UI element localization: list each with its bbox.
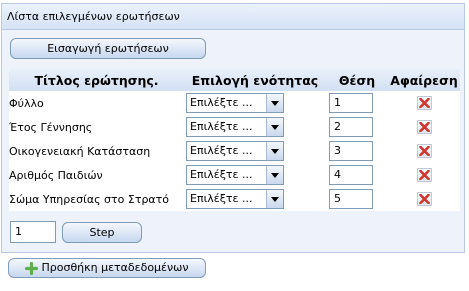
section-select-value: Επιλέξτε ...: [190, 96, 253, 109]
add-metadata-label: Προσθήκη μεταδεδομένων: [41, 261, 189, 274]
position-cell: 5: [326, 187, 388, 211]
table-row: Οικογενειακή Κατάσταση Επιλέξτε ... 3: [9, 139, 460, 163]
section-cell: Επιλέξτε ...: [184, 115, 326, 139]
chevron-down-icon: [266, 118, 283, 136]
chevron-down-icon: [266, 142, 283, 160]
position-input[interactable]: 2: [329, 117, 373, 137]
column-header-title: Τίτλος ερώτησης.: [9, 69, 184, 91]
section-select-value: Επιλέξτε ...: [190, 192, 253, 205]
question-title: Οικογενειακή Κατάσταση: [9, 139, 184, 163]
red-x-icon[interactable]: [416, 144, 432, 158]
panel-title: Λίστα επιλεγμένων ερωτήσεων: [2, 4, 464, 30]
question-title: Φύλλο: [9, 91, 184, 115]
section-select-value: Επιλέξτε ...: [190, 144, 253, 157]
chevron-down-icon: [266, 190, 283, 208]
column-header-remove: Αφαίρεση: [388, 69, 460, 91]
section-cell: Επιλέξτε ...: [184, 163, 326, 187]
question-title: Έτος Γέννησης: [9, 115, 184, 139]
position-cell: 1: [326, 91, 388, 115]
question-title: Σώμα Υπηρεσίας στο Στρατό: [9, 187, 184, 211]
questions-table: Τίτλος ερώτησης. Επιλογή ενότητας Θέση Α…: [9, 69, 460, 211]
remove-cell: [388, 91, 460, 115]
section-select[interactable]: Επιλέξτε ...: [186, 189, 284, 209]
section-select-value: Επιλέξτε ...: [190, 120, 253, 133]
position-cell: 2: [326, 115, 388, 139]
red-x-icon[interactable]: [416, 192, 432, 206]
green-plus-icon: [25, 262, 38, 275]
table-row: Σώμα Υπηρεσίας στο Στρατό Επιλέξτε ... 5: [9, 187, 460, 211]
red-x-icon[interactable]: [416, 168, 432, 182]
section-select[interactable]: Επιλέξτε ...: [186, 141, 284, 161]
position-cell: 4: [326, 163, 388, 187]
table-row: Αριθμός Παιδιών Επιλέξτε ... 4: [9, 163, 460, 187]
section-select[interactable]: Επιλέξτε ...: [186, 93, 284, 113]
question-title: Αριθμός Παιδιών: [9, 163, 184, 187]
position-input[interactable]: 4: [329, 165, 373, 185]
red-x-icon[interactable]: [416, 96, 432, 110]
step-button[interactable]: Step: [62, 222, 142, 243]
section-cell: Επιλέξτε ...: [184, 187, 326, 211]
add-metadata-button[interactable]: Προσθήκη μεταδεδομένων: [8, 258, 206, 278]
remove-cell: [388, 139, 460, 163]
section-cell: Επιλέξτε ...: [184, 91, 326, 115]
chevron-down-icon: [266, 166, 283, 184]
position-input[interactable]: 5: [329, 189, 373, 209]
chevron-down-icon: [266, 94, 283, 112]
column-header-position: Θέση: [326, 69, 388, 91]
table-row: Φύλλο Επιλέξτε ... 1: [9, 91, 460, 115]
section-cell: Επιλέξτε ...: [184, 139, 326, 163]
section-select[interactable]: Επιλέξτε ...: [186, 117, 284, 137]
section-select-value: Επιλέξτε ...: [190, 168, 253, 181]
insert-questions-button[interactable]: Εισαγωγή ερωτήσεων: [10, 38, 206, 59]
table-row: Έτος Γέννησης Επιλέξτε ... 2: [9, 115, 460, 139]
remove-cell: [388, 115, 460, 139]
section-select[interactable]: Επιλέξτε ...: [186, 165, 284, 185]
column-header-section: Επιλογή ενότητας: [184, 69, 326, 91]
step-input[interactable]: 1: [10, 221, 56, 243]
position-input[interactable]: 1: [329, 93, 373, 113]
red-x-icon[interactable]: [416, 120, 432, 134]
position-input[interactable]: 3: [329, 141, 373, 161]
position-cell: 3: [326, 139, 388, 163]
table-header-row: Τίτλος ερώτησης. Επιλογή ενότητας Θέση Α…: [9, 69, 460, 91]
remove-cell: [388, 187, 460, 211]
remove-cell: [388, 163, 460, 187]
